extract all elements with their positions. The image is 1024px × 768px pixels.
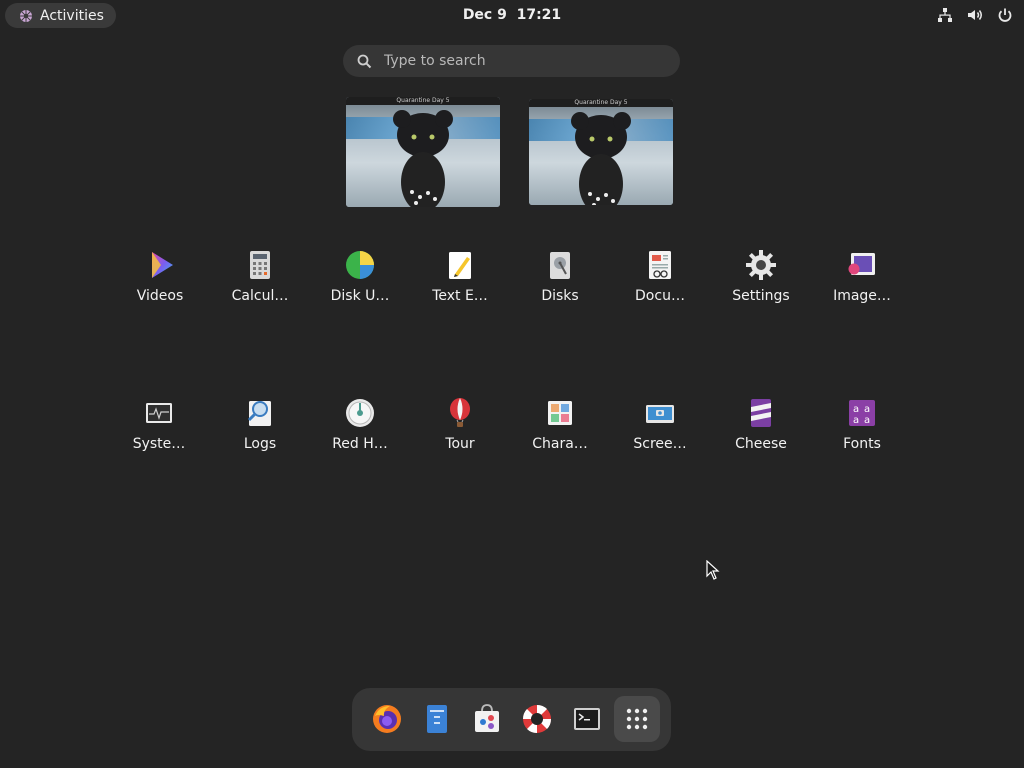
dock-files[interactable]: [414, 696, 460, 742]
app-label: Syste…: [132, 436, 186, 452]
fonts-icon: a aa a: [849, 400, 875, 426]
app-label: Settings: [732, 288, 790, 304]
app-label: Logs: [243, 436, 277, 452]
workspace-window-title: Quarantine Day 5: [346, 97, 500, 105]
app-label: Calcul…: [231, 288, 289, 304]
settings-icon: [746, 250, 776, 280]
dock: [352, 688, 671, 751]
app-cheese[interactable]: Cheese: [711, 396, 811, 476]
app-characters[interactable]: Chara…: [510, 396, 610, 476]
disks-icon: [550, 252, 570, 279]
cat-photo-image: [571, 112, 631, 205]
svg-text:a: a: [864, 404, 870, 415]
workspace-thumbnail-1[interactable]: Quarantine Day 5: [346, 97, 500, 207]
app-text-editor[interactable]: Text E…: [410, 248, 510, 328]
image-viewer-icon: [848, 253, 875, 275]
app-label: Tour: [445, 436, 475, 452]
app-red-hat[interactable]: Red H…: [310, 396, 410, 476]
clock-time[interactable]: 17:21: [517, 7, 562, 23]
firefox-icon: [373, 705, 401, 733]
activities-icon: [20, 9, 32, 22]
app-disk-usage[interactable]: Disk U…: [310, 248, 410, 328]
help-icon: [522, 704, 552, 734]
system-tray[interactable]: [936, 6, 1014, 24]
app-label: Docu…: [635, 288, 685, 304]
svg-text:a: a: [853, 404, 859, 415]
app-fonts[interactable]: aaaa Fonts: [812, 396, 912, 476]
app-screenshot[interactable]: Scree…: [610, 396, 710, 476]
logs-icon: [247, 401, 271, 426]
app-label: Fonts: [843, 436, 881, 452]
red-hat-icon: [346, 399, 374, 427]
cheese-icon: [751, 399, 771, 427]
clock-date[interactable]: Dec 9: [463, 7, 507, 23]
app-disks[interactable]: Disks: [510, 248, 610, 328]
app-label: Disks: [541, 288, 579, 304]
tour-icon: [450, 398, 470, 427]
app-settings[interactable]: Settings: [711, 248, 811, 328]
app-label: Videos: [136, 288, 184, 304]
app-image-viewer[interactable]: Image…: [812, 248, 912, 328]
software-icon: [475, 704, 499, 732]
videos-icon: [152, 252, 173, 278]
terminal-icon: [574, 708, 600, 730]
app-videos[interactable]: Videos: [110, 248, 210, 328]
cat-photo-image: [393, 110, 453, 207]
app-label: Text E…: [432, 288, 488, 304]
app-document-viewer[interactable]: Docu…: [610, 248, 710, 328]
calculator-icon: [250, 251, 270, 279]
top-bar: Activities Dec 9 17:21: [0, 0, 1024, 31]
app-label: Scree…: [633, 436, 687, 452]
app-label: Image…: [833, 288, 891, 304]
dock-help[interactable]: [514, 696, 560, 742]
dock-firefox[interactable]: [364, 696, 410, 742]
svg-text:a: a: [853, 415, 859, 426]
app-label: Cheese: [735, 436, 787, 452]
app-system-monitor[interactable]: Syste…: [109, 396, 209, 476]
mouse-cursor-icon: [706, 560, 720, 580]
power-icon[interactable]: [996, 6, 1014, 24]
app-tour[interactable]: Tour: [410, 396, 510, 476]
activities-label: Activities: [40, 7, 104, 24]
document-viewer-icon: [649, 251, 671, 279]
dock-software[interactable]: [464, 696, 510, 742]
disk-usage-icon: [346, 251, 374, 279]
workspace-thumbnail-2[interactable]: Quarantine Day 5: [529, 99, 673, 205]
app-label: Red H…: [332, 436, 388, 452]
files-icon: [427, 705, 447, 733]
clock: Dec 9 17:21: [0, 7, 1024, 23]
activities-button[interactable]: Activities: [5, 3, 116, 28]
characters-icon: [548, 401, 572, 425]
workspace-window-title: Quarantine Day 5: [529, 99, 673, 107]
network-icon[interactable]: [936, 6, 954, 24]
screenshot-icon: [646, 405, 674, 423]
search-input[interactable]: [382, 52, 656, 70]
dock-show-apps[interactable]: [614, 696, 660, 742]
volume-icon[interactable]: [966, 6, 984, 24]
svg-text:a: a: [864, 415, 870, 426]
search-bar[interactable]: [343, 45, 680, 77]
app-label: Disk U…: [330, 288, 390, 304]
dock-terminal[interactable]: [564, 696, 610, 742]
app-calculator[interactable]: Calcul…: [210, 248, 310, 328]
show-apps-icon: [626, 708, 648, 730]
app-label: Chara…: [532, 436, 588, 452]
app-logs[interactable]: Logs: [210, 396, 310, 476]
search-icon: [357, 54, 372, 68]
system-monitor-icon: [146, 403, 172, 423]
text-editor-icon: [449, 252, 471, 279]
